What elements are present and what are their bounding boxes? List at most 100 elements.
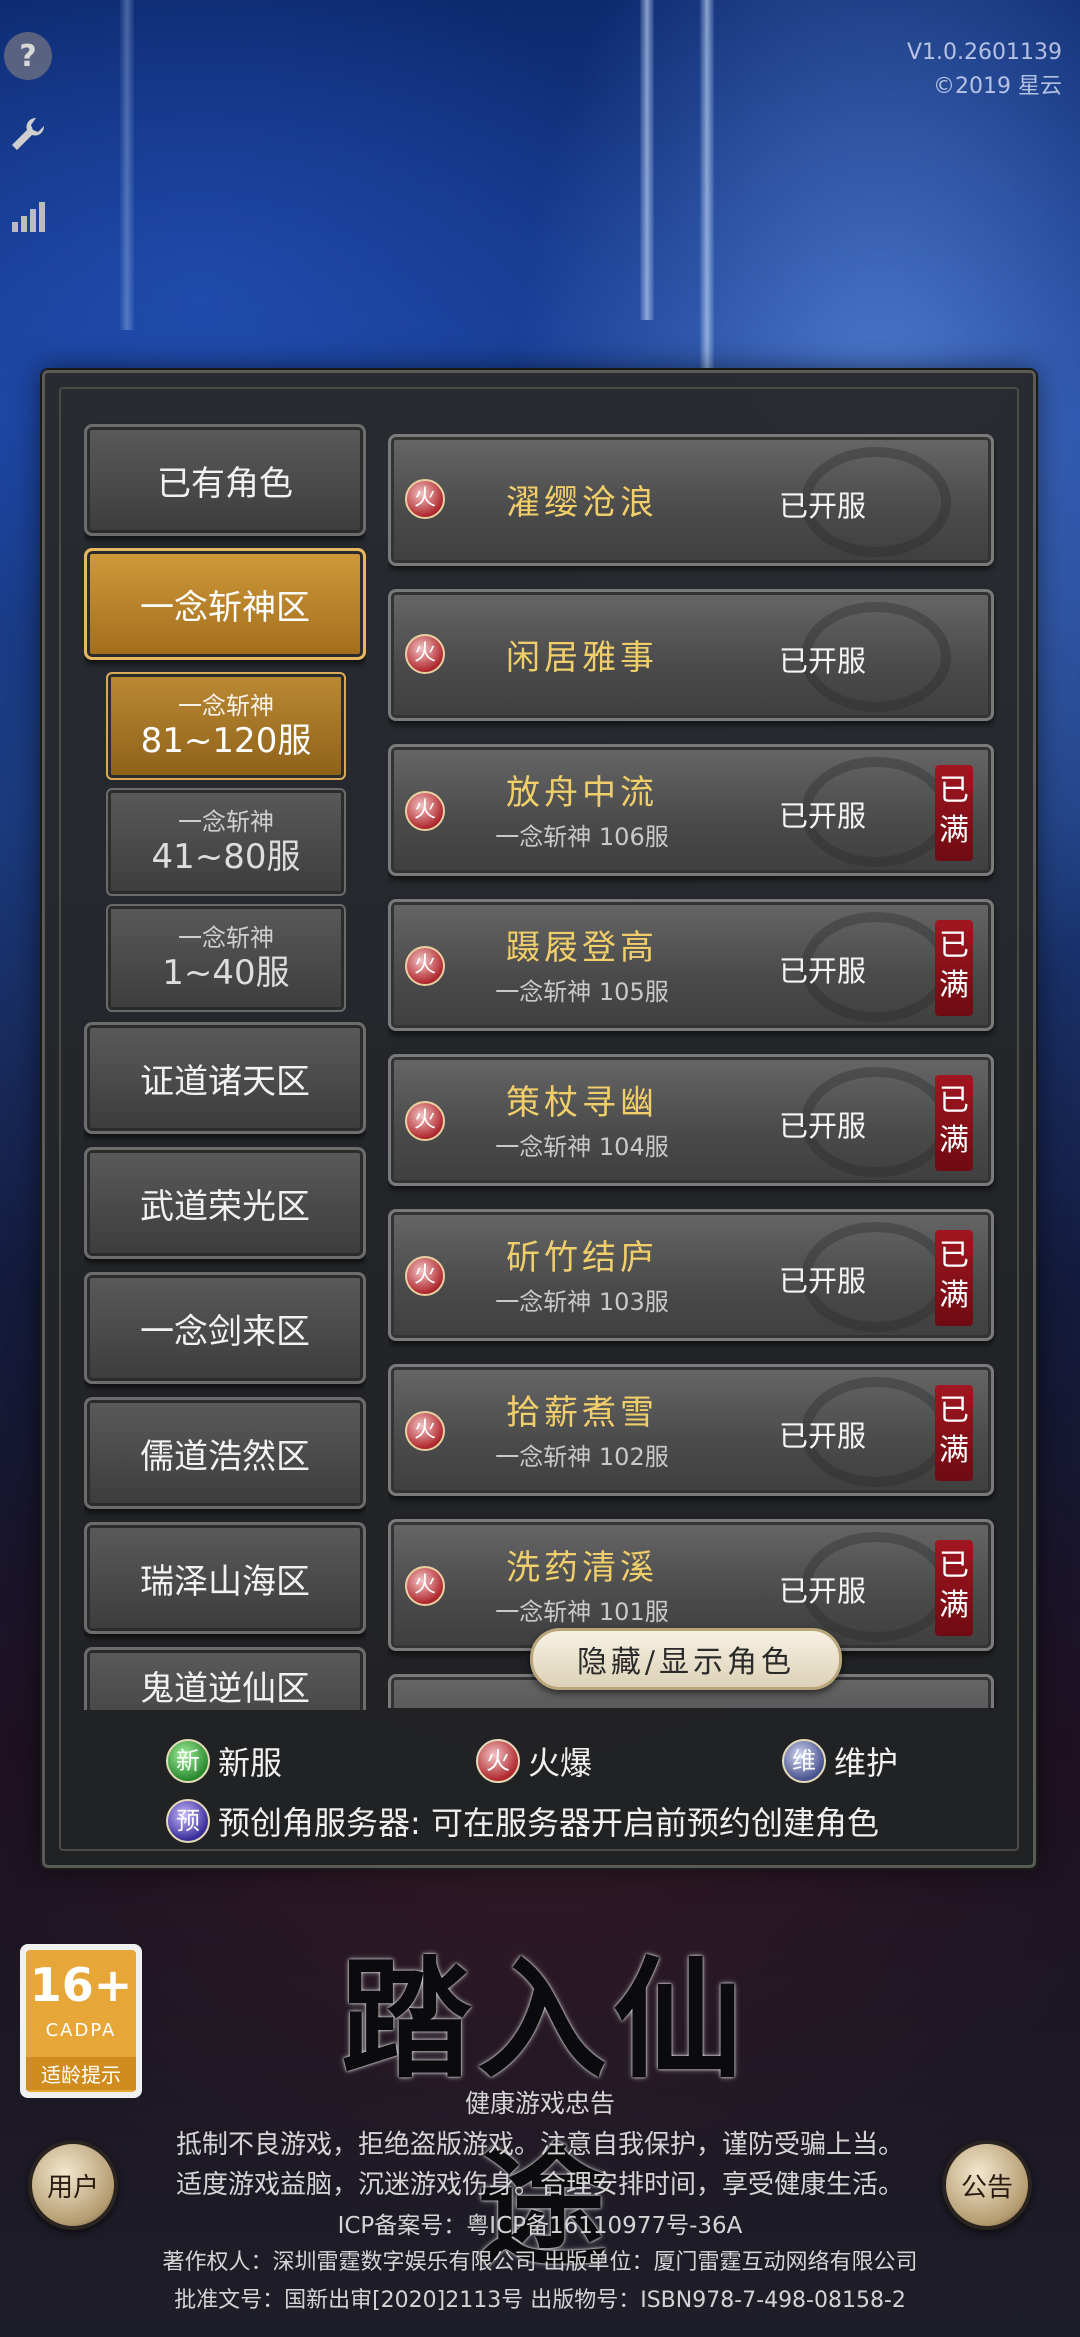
subzone-1-40[interactable]: 一念斩神 1~40服 [106, 904, 346, 1012]
server-list[interactable]: 火 濯缨沧浪 已开服 火 闲居雅事 已开服 火 放舟中流 一念斩神 106服 已… [388, 430, 998, 1708]
server-status: 已开服 [779, 1419, 867, 1453]
health-advice-1: 抵制不良游戏，拒绝盗版游戏。注意自我保护，谨防受骗上当。 [175, 2130, 904, 2160]
subzone-group: 一念斩神 [178, 924, 274, 952]
icp-record[interactable]: ICP备案号：粤ICP备16110977号-36A [0, 2206, 1080, 2240]
full-badge: 已满 [935, 1230, 973, 1326]
zone-yinian-zhanshen[interactable]: 一念斩神区 [84, 548, 366, 660]
maintenance-icon: 维 [782, 1739, 826, 1783]
version-number: V1.0.2601139 [906, 40, 1062, 65]
server-name: 斫竹结庐 [506, 1238, 658, 1278]
toggle-roles-button[interactable]: 隐藏/显示角色 [530, 1628, 842, 1690]
copyright-studio: ©2019 星云 [933, 74, 1062, 99]
server-status: 已开服 [779, 799, 867, 833]
hot-badge-icon: 火 [405, 1101, 445, 1141]
server-name: 洗药清溪 [506, 1548, 658, 1588]
hot-badge-icon: 火 [405, 634, 445, 674]
background-pillar [120, 0, 134, 330]
signal-icon[interactable] [4, 192, 52, 240]
full-badge: 已满 [935, 765, 973, 861]
server-item[interactable]: 火 拾薪煮雪 一念斩神 102服 已开服 已满 [388, 1364, 994, 1496]
hot-badge-icon: 火 [405, 1411, 445, 1451]
server-subtitle: 一念斩神 103服 [495, 1288, 669, 1316]
full-badge: 已满 [935, 1540, 973, 1636]
subzone-range: 41~80服 [151, 837, 301, 877]
help-icon[interactable]: ? [4, 32, 52, 80]
server-item[interactable]: 火 斫竹结庐 一念斩神 103服 已开服 已满 [388, 1209, 994, 1341]
subzone-group: 一念斩神 [178, 692, 274, 720]
server-name: 策杖寻幽 [506, 1083, 658, 1123]
subzone-range: 81~120服 [140, 721, 312, 761]
health-title: 健康游戏忠告 [464, 2089, 615, 2118]
server-item[interactable]: 火 闲居雅事 已开服 [388, 589, 994, 721]
zone-zhengdao-zhutian[interactable]: 证道诸天区 [84, 1022, 366, 1134]
zone-label: 一念剑来区 [140, 1311, 310, 1352]
zone-existing-roles[interactable]: 已有角色 [84, 424, 366, 536]
health-advice-2: 适度游戏益脑，沉迷游戏伤身。合理安排时间，享受健康生活。 [175, 2170, 904, 2200]
full-badge: 已满 [935, 1385, 973, 1481]
zone-label: 已有角色 [157, 463, 293, 504]
enter-game-button[interactable]: 踏入仙途 [275, 1915, 815, 2284]
age-org: CADPA [45, 2020, 117, 2041]
server-status: 已开服 [779, 954, 867, 988]
server-name: 蹑屐登高 [506, 928, 658, 968]
server-name: 濯缨沧浪 [506, 483, 658, 523]
server-subtitle: 一念斩神 104服 [495, 1133, 669, 1161]
server-subtitle: 一念斩神 101服 [495, 1598, 669, 1626]
zone-label: 儒道浩然区 [140, 1436, 310, 1477]
hot-badge-icon: 火 [405, 791, 445, 831]
legend-precreate: 预 预创角服务器: 可在服务器开启前预约创建角色 [166, 1798, 879, 1844]
legend-label: 维护 [834, 1744, 899, 1782]
server-status: 已开服 [779, 489, 867, 523]
legend-new: 新 新服 [166, 1738, 282, 1784]
legend-maintenance: 维 维护 [782, 1738, 898, 1784]
server-status: 已开服 [779, 1109, 867, 1143]
legend-label: 新服 [218, 1744, 283, 1782]
zone-wudao-rongguang[interactable]: 武道荣光区 [84, 1147, 366, 1259]
approval-number: 批准文号：国新出审[2020]2113号 出版物号：ISBN978-7-498-… [174, 2288, 906, 2313]
hot-badge-icon: 火 [405, 946, 445, 986]
zone-rudao-haoran[interactable]: 儒道浩然区 [84, 1397, 366, 1509]
background-pillar [640, 0, 654, 320]
server-subtitle: 一念斩神 102服 [495, 1443, 669, 1471]
legend-label: 预创角服务器: 可在服务器开启前预约创建角色 [218, 1804, 879, 1842]
hot-server-icon: 火 [476, 1739, 520, 1783]
zone-label: 瑞泽山海区 [140, 1561, 310, 1602]
zone-list[interactable]: 已有角色 一念斩神区 一念斩神 81~120服 一念斩神 41~80服 一念斩神… [84, 420, 366, 1710]
subzone-range: 1~40服 [162, 953, 290, 993]
legend-label: 火爆 [528, 1744, 593, 1782]
zone-yinian-jianlai[interactable]: 一念剑来区 [84, 1272, 366, 1384]
new-server-icon: 新 [166, 1739, 210, 1783]
server-item[interactable]: 火 策杖寻幽 一念斩神 104服 已开服 已满 [388, 1054, 994, 1186]
zone-label: 一念斩神区 [140, 587, 310, 628]
full-badge: 已满 [935, 1075, 973, 1171]
version-info: V1.0.2601139 ©2019 星云 [907, 36, 1062, 104]
zone-ruize-shanhai[interactable]: 瑞泽山海区 [84, 1522, 366, 1634]
background-pillar [700, 0, 714, 370]
server-subtitle: 一念斩神 106服 [495, 823, 669, 851]
server-status: 已开服 [779, 1574, 867, 1608]
subzone-41-80[interactable]: 一念斩神 41~80服 [106, 788, 346, 896]
copyright-holder: 著作权人：深圳雷霆数字娱乐有限公司 出版单位：厦门雷霆互动网络有限公司 [162, 2250, 918, 2275]
zone-label: 证道诸天区 [140, 1061, 310, 1102]
precreate-icon: 预 [166, 1799, 210, 1843]
server-status: 已开服 [779, 644, 867, 678]
server-status: 已开服 [779, 1264, 867, 1298]
wrench-icon[interactable] [4, 110, 52, 158]
zone-label: 武道荣光区 [140, 1186, 310, 1227]
hot-badge-icon: 火 [405, 1256, 445, 1296]
age-number: 16+ [29, 1958, 133, 2012]
full-badge: 已满 [935, 920, 973, 1016]
age-rating-badge[interactable]: 16+ CADPA 适龄提示 [20, 1944, 142, 2098]
server-subtitle: 一念斩神 105服 [495, 978, 669, 1006]
subzone-81-120[interactable]: 一念斩神 81~120服 [106, 672, 346, 780]
zone-guidao-nixian[interactable]: 鬼道逆仙区 [84, 1647, 366, 1710]
server-item[interactable]: 火 濯缨沧浪 已开服 [388, 434, 994, 566]
server-name: 放舟中流 [506, 773, 658, 813]
server-item[interactable]: 火 蹑屐登高 一念斩神 105服 已开服 已满 [388, 899, 994, 1031]
hot-badge-icon: 火 [405, 1566, 445, 1606]
server-name: 拾薪煮雪 [506, 1393, 658, 1433]
server-name: 闲居雅事 [506, 638, 658, 678]
server-item[interactable]: 火 放舟中流 一念斩神 106服 已开服 已满 [388, 744, 994, 876]
legend-hot: 火 火爆 [476, 1738, 592, 1784]
hot-badge-icon: 火 [405, 479, 445, 519]
